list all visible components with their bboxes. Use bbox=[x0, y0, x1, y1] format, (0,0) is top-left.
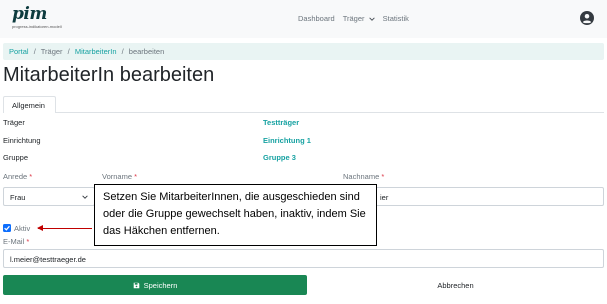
email-value: l.meier@testtraeger.de bbox=[10, 255, 86, 264]
required-marker: * bbox=[29, 172, 33, 181]
nachname-label-text: Nachname bbox=[343, 172, 380, 181]
nav-traeger-dropdown[interactable]: Träger bbox=[343, 14, 375, 23]
required-marker: * bbox=[381, 172, 385, 181]
chevron-down-icon bbox=[82, 195, 88, 199]
info-label-traeger: Träger bbox=[3, 118, 25, 127]
pim-logo[interactable]: pim progress-indikatoren-modell bbox=[8, 4, 78, 32]
vorname-label: Vorname * bbox=[102, 172, 137, 181]
email-label-text: E-Mail bbox=[3, 237, 25, 246]
nav-traeger-label: Träger bbox=[342, 14, 365, 23]
breadcrumb-separator: / bbox=[121, 47, 124, 56]
info-label-gruppe: Gruppe bbox=[3, 153, 29, 162]
required-marker: * bbox=[134, 172, 138, 181]
breadcrumb-mitarbeiterin[interactable]: MitarbeiterIn bbox=[75, 47, 117, 56]
main-nav: Dashboard Träger Statistik bbox=[298, 14, 409, 23]
breadcrumb-traeger[interactable]: Träger bbox=[41, 47, 63, 56]
top-navbar: pim progress-indikatoren-modell Dashboar… bbox=[0, 0, 607, 38]
nachname-label: Nachname * bbox=[343, 172, 384, 181]
logo-subtitle: progress-indikatoren-modell bbox=[12, 24, 62, 29]
nachname-value: ier bbox=[380, 193, 389, 202]
required-marker: * bbox=[26, 237, 30, 246]
breadcrumb-portal[interactable]: Portal bbox=[9, 47, 29, 56]
annotation-arrow-head bbox=[37, 224, 43, 231]
anrede-selected-value: Frau bbox=[10, 193, 26, 202]
tab-allgemein[interactable]: Allgemein bbox=[3, 96, 56, 113]
chevron-down-icon bbox=[368, 17, 375, 21]
breadcrumb-separator: / bbox=[67, 47, 70, 56]
info-value-gruppe: Gruppe 3 bbox=[263, 153, 296, 162]
nachname-input[interactable]: ier bbox=[343, 187, 604, 206]
email-label: E-Mail * bbox=[3, 237, 29, 246]
checkmark-icon bbox=[4, 225, 10, 231]
annotation-arrow-line bbox=[38, 227, 92, 229]
anrede-label-text: Anrede bbox=[3, 172, 28, 181]
breadcrumb-separator: / bbox=[33, 47, 36, 56]
vorname-label-text: Vorname bbox=[102, 172, 133, 181]
nav-dashboard[interactable]: Dashboard bbox=[298, 14, 335, 23]
email-field[interactable]: l.meier@testtraeger.de bbox=[3, 249, 604, 268]
anrede-label: Anrede * bbox=[3, 172, 32, 181]
info-value-einrichtung: Einrichtung 1 bbox=[263, 136, 311, 145]
logo-text: pim bbox=[12, 4, 47, 24]
cancel-button-label: Abbrechen bbox=[437, 280, 474, 290]
aktiv-checkbox[interactable] bbox=[3, 224, 11, 232]
save-button[interactable]: Speichern bbox=[3, 275, 307, 295]
annotation-callout: Setzen Sie MitarbeiterInnen, die ausgesc… bbox=[94, 184, 377, 246]
tab-divider bbox=[56, 112, 604, 113]
user-circle-icon[interactable] bbox=[580, 11, 594, 25]
page-title: MitarbeiterIn bearbeiten bbox=[3, 64, 215, 86]
aktiv-label[interactable]: Aktiv bbox=[14, 224, 30, 233]
breadcrumb-current: bearbeiten bbox=[128, 47, 165, 56]
anrede-select[interactable]: Frau bbox=[3, 187, 95, 206]
info-label-einrichtung: Einrichtung bbox=[3, 136, 41, 145]
floppy-disk-icon bbox=[133, 282, 139, 288]
save-button-label: Speichern bbox=[143, 280, 178, 290]
info-value-traeger: Testträger bbox=[263, 118, 300, 127]
nav-statistik[interactable]: Statistik bbox=[383, 14, 409, 23]
cancel-button[interactable]: Abbrechen bbox=[307, 275, 604, 295]
breadcrumb: Portal / Träger / MitarbeiterIn / bearbe… bbox=[3, 43, 604, 60]
annotation-text: Setzen Sie MitarbeiterInnen, die ausgesc… bbox=[103, 191, 366, 237]
